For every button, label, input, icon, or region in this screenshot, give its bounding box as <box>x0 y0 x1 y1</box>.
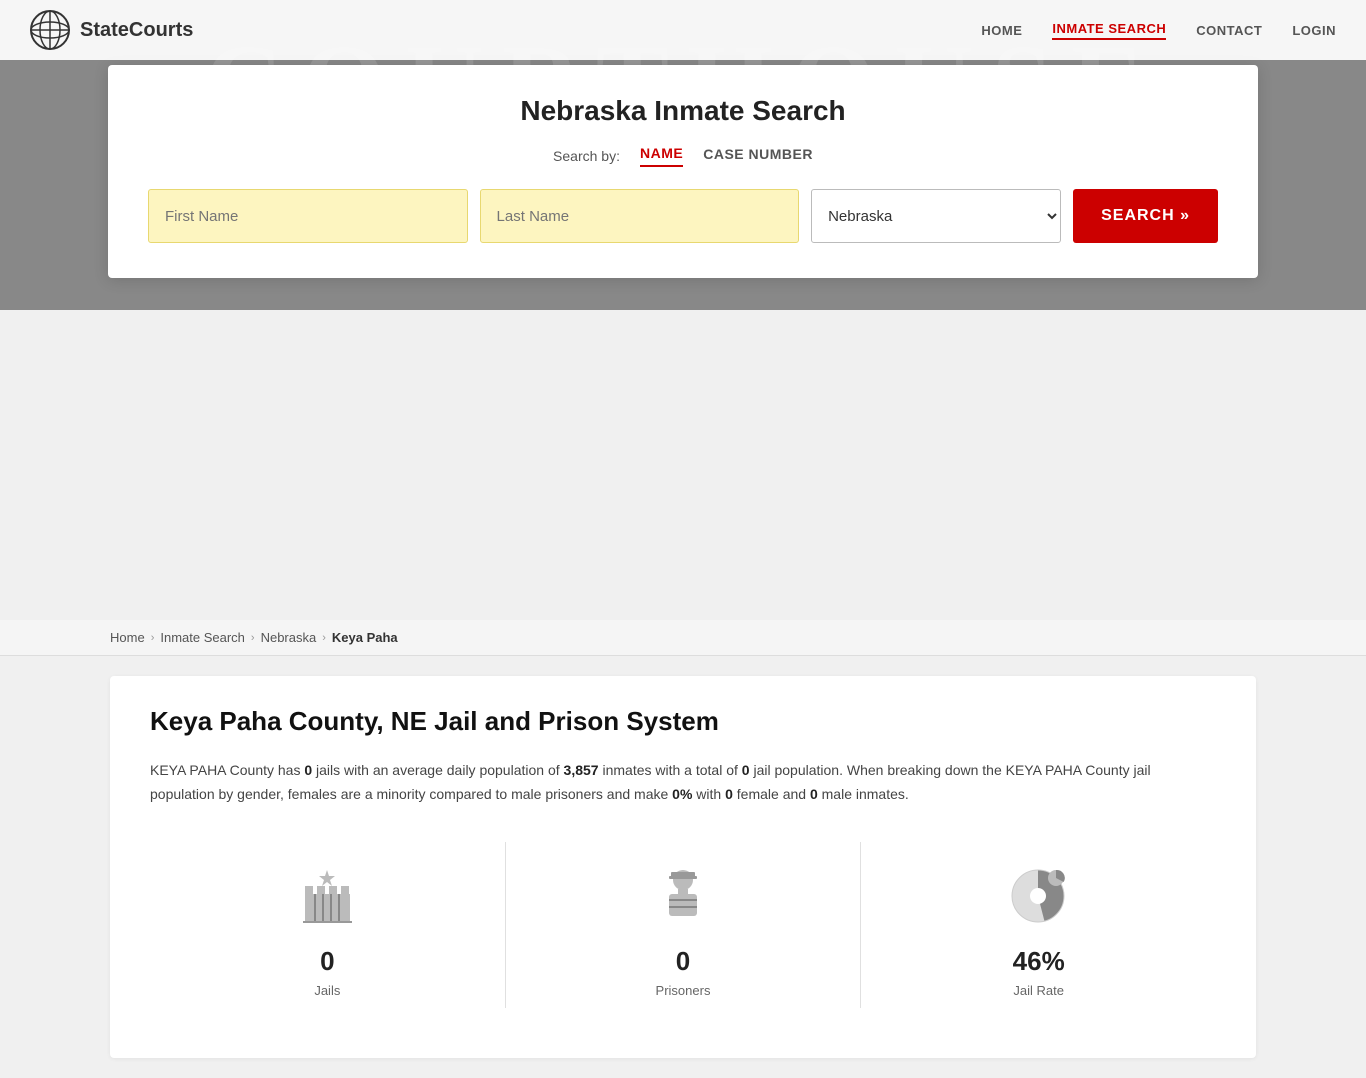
first-name-input[interactable] <box>148 189 468 243</box>
breadcrumb: Home › Inmate Search › Nebraska › Keya P… <box>0 620 1366 656</box>
female-pct: 0% <box>672 786 692 802</box>
prisoners-stat-number: 0 <box>676 946 690 977</box>
state-select[interactable]: Nebraska <box>811 189 1061 243</box>
nav-inmate-search[interactable]: INMATE SEARCH <box>1052 21 1166 40</box>
jails-count: 0 <box>304 762 312 778</box>
tab-name[interactable]: NAME <box>640 145 683 167</box>
jail-building-icon <box>292 862 362 932</box>
prisoners-stat-label: Prisoners <box>656 983 711 998</box>
stat-prisoners: 0 Prisoners <box>506 842 862 1008</box>
search-card-title: Nebraska Inmate Search <box>148 95 1218 127</box>
county-description: KEYA PAHA County has 0 jails with an ave… <box>150 759 1216 807</box>
male-count: 0 <box>810 786 818 802</box>
breadcrumb-inmate-search[interactable]: Inmate Search <box>160 630 245 645</box>
nav-links: HOME INMATE SEARCH CONTACT LOGIN <box>981 21 1336 40</box>
nav-login[interactable]: LOGIN <box>1292 23 1336 38</box>
jail-rate-icon <box>1004 862 1074 932</box>
stat-jails: 0 Jails <box>150 842 506 1008</box>
nav-contact[interactable]: CONTACT <box>1196 23 1262 38</box>
jails-stat-label: Jails <box>314 983 340 998</box>
avg-population: 3,857 <box>564 762 599 778</box>
prisoner-icon <box>648 862 718 932</box>
breadcrumb-nebraska[interactable]: Nebraska <box>261 630 317 645</box>
search-card: Nebraska Inmate Search Search by: NAME C… <box>108 65 1258 278</box>
stat-jail-rate: 46% Jail Rate <box>861 842 1216 1008</box>
breadcrumb-sep-1: › <box>151 632 155 644</box>
breadcrumb-current: Keya Paha <box>332 630 398 645</box>
jail-rate-stat-number: 46% <box>1013 946 1065 977</box>
search-fields-row: Nebraska SEARCH » <box>148 189 1218 243</box>
county-title: Keya Paha County, NE Jail and Prison Sys… <box>150 706 1216 737</box>
logo-icon <box>30 10 70 50</box>
logo-area[interactable]: StateCourts <box>30 10 193 50</box>
search-by-row: Search by: NAME CASE NUMBER <box>148 145 1218 167</box>
total-pop: 0 <box>742 762 750 778</box>
header: COURTHOUSE StateCourts HOME INMATE SEARC… <box>0 0 1366 310</box>
main-content: Keya Paha County, NE Jail and Prison Sys… <box>110 676 1256 1058</box>
breadcrumb-home[interactable]: Home <box>110 630 145 645</box>
breadcrumb-sep-2: › <box>251 632 255 644</box>
tab-case-number[interactable]: CASE NUMBER <box>703 146 813 166</box>
breadcrumb-sep-3: › <box>322 632 326 644</box>
search-button[interactable]: SEARCH » <box>1073 189 1218 243</box>
female-count: 0 <box>725 786 733 802</box>
search-by-label: Search by: <box>553 148 620 164</box>
logo-label: StateCourts <box>80 19 193 42</box>
jails-stat-number: 0 <box>320 946 334 977</box>
last-name-input[interactable] <box>480 189 800 243</box>
jail-rate-stat-label: Jail Rate <box>1013 983 1064 998</box>
nav-bar: StateCourts HOME INMATE SEARCH CONTACT L… <box>0 0 1366 60</box>
nav-home[interactable]: HOME <box>981 23 1022 38</box>
stats-row: 0 Jails <box>150 842 1216 1008</box>
